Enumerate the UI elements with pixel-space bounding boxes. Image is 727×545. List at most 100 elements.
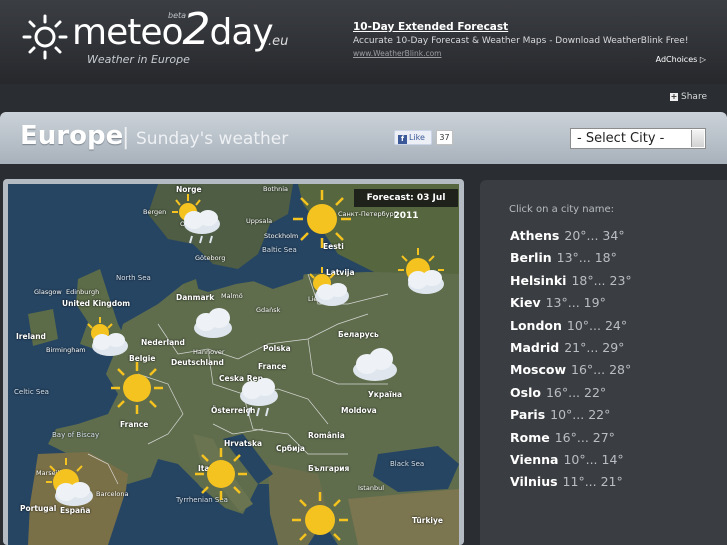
map-label: North Sea bbox=[116, 274, 151, 282]
map-label: Deutschland bbox=[171, 358, 224, 367]
list-item[interactable]: Athens 20°... 34° bbox=[510, 225, 632, 247]
city-temperature: 16°... 22° bbox=[545, 384, 607, 400]
map-label: Uppsala bbox=[246, 217, 273, 225]
ad-text: Accurate 10-Day Forecast & Weather Maps … bbox=[353, 36, 689, 46]
map-label: България bbox=[308, 464, 350, 473]
share-bar: + Share bbox=[0, 84, 727, 112]
map-label: Nederland bbox=[141, 338, 185, 347]
list-item[interactable]: Berlin 13°... 18° bbox=[510, 247, 632, 269]
city-name-link[interactable]: Vilnius bbox=[510, 474, 558, 489]
ad-url-link[interactable]: www.WeatherBlink.com bbox=[353, 49, 442, 58]
map-label: Danmark bbox=[176, 293, 215, 302]
facebook-like-button[interactable]: f Like bbox=[394, 130, 432, 145]
list-item[interactable]: Madrid 21°... 29° bbox=[510, 337, 632, 359]
city-name-link[interactable]: Oslo bbox=[510, 385, 541, 400]
partly-cloudy-icon[interactable] bbox=[80, 316, 132, 360]
city-select-dropdown[interactable]: - Select City - bbox=[570, 128, 706, 149]
city-temperature: 10°... 22° bbox=[550, 407, 611, 423]
city-name-link[interactable]: Vienna bbox=[510, 452, 558, 467]
beta-badge: beta bbox=[168, 11, 187, 20]
city-list-prompt: Click on a city name: bbox=[509, 204, 614, 215]
map-label: Polska bbox=[263, 344, 291, 353]
sun-icon[interactable] bbox=[290, 490, 350, 545]
city-name-link[interactable]: Paris bbox=[510, 407, 545, 422]
map-label: Hannover bbox=[193, 348, 225, 356]
map-label: Ireland bbox=[16, 332, 46, 341]
cloud-rain-icon[interactable] bbox=[236, 376, 282, 422]
europe-weather-map[interactable]: Norge Bothnia Bergen Oslo Uppsala Stockh… bbox=[8, 184, 459, 545]
list-item[interactable]: Kiev 13°... 19° bbox=[510, 292, 632, 314]
list-item[interactable]: London 10°... 24° bbox=[510, 315, 632, 337]
city-name-link[interactable]: Moscow bbox=[510, 362, 566, 377]
city-name-link[interactable]: Kiev bbox=[510, 295, 541, 310]
list-item[interactable]: Vienna 10°... 14° bbox=[510, 449, 632, 471]
map-label: France bbox=[120, 420, 149, 429]
ad-choices-link[interactable]: AdChoices ▷ bbox=[656, 55, 706, 64]
map-label: Edinburgh bbox=[66, 288, 100, 296]
logo-tld: .eu bbox=[268, 34, 289, 49]
map-label: Україна bbox=[368, 390, 403, 399]
share-button[interactable]: + Share bbox=[670, 92, 707, 102]
ad-title-link[interactable]: 10-Day Extended Forecast bbox=[353, 21, 508, 33]
list-item[interactable]: Rome 16°... 27° bbox=[510, 427, 632, 449]
partly-cloudy-icon[interactable] bbox=[40, 456, 100, 512]
facebook-icon: f bbox=[398, 135, 407, 144]
like-count: 37 bbox=[436, 130, 453, 145]
city-select-value: - Select City - bbox=[577, 131, 665, 146]
page-subtitle: Sunday's weather bbox=[136, 129, 289, 149]
map-label: Gdańsk bbox=[256, 306, 281, 314]
city-temperature: 18°... 23° bbox=[571, 272, 632, 288]
city-name-link[interactable]: Berlin bbox=[510, 250, 552, 265]
list-item[interactable]: Paris 10°... 22° bbox=[510, 404, 632, 426]
partly-cloudy-icon[interactable] bbox=[394, 246, 450, 302]
list-item[interactable]: Oslo 16°... 22° bbox=[510, 382, 632, 404]
map-label: Moldova bbox=[341, 406, 377, 415]
city-temperature: 13°... 18° bbox=[556, 250, 617, 266]
map-label: Istanbul bbox=[358, 484, 385, 492]
map-label: Malmö bbox=[221, 292, 243, 300]
map-label: Glasgow bbox=[34, 288, 62, 296]
list-item[interactable]: Moscow 16°... 28° bbox=[510, 359, 632, 381]
dropdown-arrow-icon bbox=[691, 130, 704, 147]
map-label: Bay of Biscay bbox=[52, 431, 100, 439]
city-temperature: 10°... 14° bbox=[563, 451, 624, 467]
site-header: meteo2day beta .eu Weather in Europe 10-… bbox=[0, 0, 727, 84]
map-label: Bergen bbox=[143, 208, 167, 216]
city-name-link[interactable]: Helsinki bbox=[510, 273, 566, 288]
city-temperature: 16°... 28° bbox=[571, 362, 632, 378]
map-label: Беларусь bbox=[338, 330, 379, 339]
map-label: Göteborg bbox=[195, 254, 226, 262]
partly-cloudy-icon[interactable] bbox=[304, 266, 354, 310]
city-list: Athens 20°... 34° Berlin 13°... 18° Helsin… bbox=[510, 225, 632, 494]
plus-icon: + bbox=[670, 91, 679, 101]
partly-cloudy-rain-icon[interactable] bbox=[170, 192, 228, 250]
cloud-icon[interactable] bbox=[350, 344, 400, 384]
sun-icon[interactable] bbox=[109, 360, 165, 416]
map-label: France bbox=[258, 362, 287, 371]
share-label: Share bbox=[681, 92, 707, 102]
map-label: Celtic Sea bbox=[14, 388, 49, 396]
city-temperature: 21°... 29° bbox=[564, 339, 625, 355]
map-label: România bbox=[308, 431, 345, 440]
list-item[interactable]: Helsinki 18°... 23° bbox=[510, 270, 632, 292]
map-label: Barcelona bbox=[96, 490, 129, 498]
city-name-link[interactable]: Madrid bbox=[510, 340, 559, 355]
city-temperature: 10°... 24° bbox=[566, 317, 628, 333]
sun-icon[interactable] bbox=[193, 446, 249, 502]
cloudy-icon[interactable] bbox=[191, 304, 235, 340]
city-name-link[interactable]: London bbox=[510, 318, 562, 333]
city-temperature: 13°... 19° bbox=[545, 295, 606, 311]
city-temperature: 11°... 21° bbox=[562, 474, 623, 490]
title-separator: | bbox=[122, 125, 130, 150]
map-label: Türkiye bbox=[412, 516, 443, 525]
logo-tagline: Weather in Europe bbox=[87, 53, 190, 66]
map-label: Black Sea bbox=[390, 460, 425, 468]
map-frame: Norge Bothnia Bergen Oslo Uppsala Stockh… bbox=[3, 179, 464, 545]
list-item[interactable]: Vilnius 11°... 21° bbox=[510, 471, 632, 493]
map-label: United Kingdom bbox=[62, 299, 131, 308]
city-name-link[interactable]: Rome bbox=[510, 430, 550, 445]
city-temperature: 20°... 34° bbox=[564, 228, 625, 243]
city-temperature: 16°... 27° bbox=[554, 429, 615, 445]
sun-icon[interactable] bbox=[291, 188, 353, 250]
city-name-link[interactable]: Athens bbox=[510, 228, 559, 243]
